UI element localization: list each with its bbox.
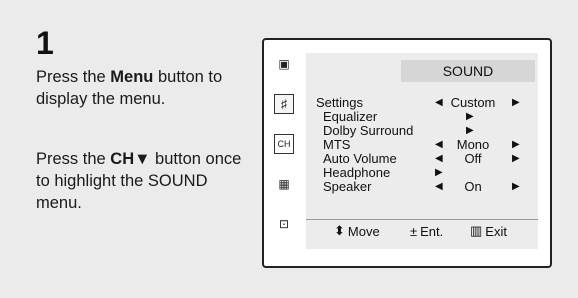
channel-icon[interactable]: CH <box>274 134 294 154</box>
row-label: Speaker <box>323 179 372 194</box>
footer-enter: ± Ent. <box>410 224 443 239</box>
instruction-panel: 1 Press the Menu button to display the m… <box>0 0 578 298</box>
submenu-arrow-icon: ▶ <box>435 167 443 178</box>
ch-down-button-name: CH▼ <box>110 150 151 168</box>
row-value: Custom <box>450 95 496 110</box>
instruction-ch-down: Press the CH▼ button once to highlight t… <box>36 150 242 212</box>
exit-box-icon: ▥ <box>470 223 483 238</box>
tv-menu-screen: ▣ ♯ CH ▦ ⊡ SOUND Settings ◀ Custom ▶ Equ… <box>262 38 552 268</box>
footer-exit: ▥ Exit <box>470 223 507 239</box>
function-icon[interactable]: ▦ <box>274 174 294 194</box>
sound-icon[interactable]: ♯ <box>274 94 294 114</box>
right-arrow-icon: ▶ <box>512 97 520 108</box>
row-label: Settings <box>316 95 363 110</box>
menu-button-name: Menu <box>110 68 154 86</box>
row-label: Auto Volume <box>323 151 397 166</box>
exit-label: Exit <box>485 223 507 239</box>
plus-minus-icon: ± <box>410 223 418 239</box>
submenu-arrow-icon: ▶ <box>466 125 474 136</box>
row-label: Headphone <box>323 165 391 180</box>
row-value: On <box>464 179 482 194</box>
submenu-arrow-icon: ▶ <box>466 111 474 122</box>
right-arrow-icon: ▶ <box>512 153 520 164</box>
picture-icon: ▣ <box>278 57 290 71</box>
sound-menu: SOUND Settings ◀ Custom ▶ Equalizer ▶ Do… <box>306 53 538 249</box>
setup-icon[interactable]: ⊡ <box>274 214 294 234</box>
row-value: Off <box>464 151 482 166</box>
row-label: Dolby Surround <box>323 123 414 138</box>
instruction-menu: Press the Menu button to display the men… <box>36 68 223 108</box>
right-arrow-icon: ▶ <box>512 181 520 192</box>
right-arrow-icon: ▶ <box>512 139 520 150</box>
row-label: MTS <box>323 137 351 152</box>
menu-sidebar: ▣ ♯ CH ▦ ⊡ <box>274 54 296 242</box>
step-number: 1 <box>36 25 54 61</box>
menu-title: SOUND <box>401 60 535 82</box>
enter-label: Ent. <box>420 223 444 239</box>
menu-footer: ⬍ Move ± Ent. ▥ Exit <box>306 219 538 242</box>
footer-move: ⬍ Move <box>334 223 380 239</box>
up-down-arrow-icon: ⬍ <box>334 223 345 238</box>
row-value: Mono <box>456 137 490 152</box>
row-label: Equalizer <box>323 109 378 124</box>
move-label: Move <box>347 223 380 239</box>
